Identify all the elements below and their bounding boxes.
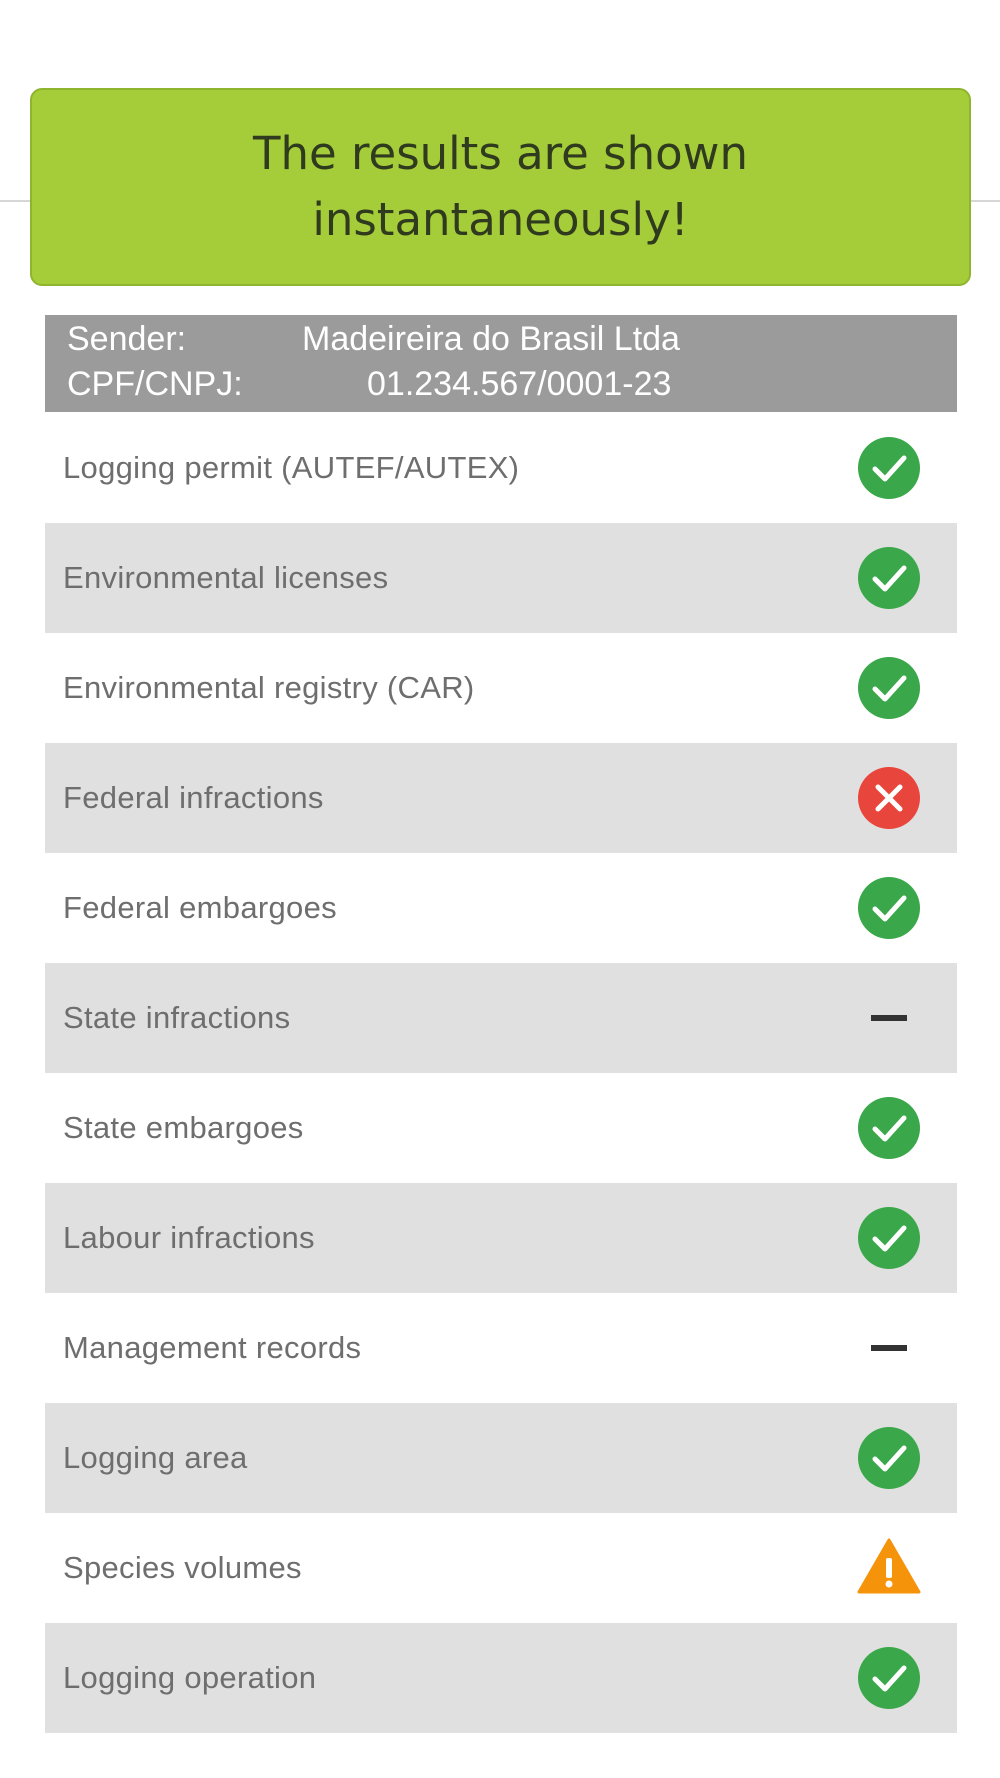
check-label: State infractions [63,1000,291,1035]
results-page: The results are shown instantaneously! S… [0,0,1000,1778]
check-label: Federal embargoes [63,890,337,925]
cpf-value: 01.234.567/0001-23 [367,365,672,403]
check-circle-icon [857,1426,921,1490]
check-label: Environmental registry (CAR) [63,670,475,705]
check-row: Environmental registry (CAR) [45,633,957,743]
x-circle-icon [857,766,921,830]
check-circle-icon [857,1206,921,1270]
check-row: State embargoes [45,1073,957,1183]
checklist: Logging permit (AUTEF/AUTEX) Environment… [45,413,957,1733]
check-label: Federal infractions [63,780,324,815]
check-circle-icon [857,876,921,940]
check-label: Environmental licenses [63,560,389,595]
check-label: Management records [63,1330,362,1365]
check-row: Logging operation [45,1623,957,1733]
check-row: Federal infractions [45,743,957,853]
cpf-label: CPF/CNPJ: [67,365,243,403]
sender-info-box: Sender: Madeireira do Brasil Ltda CPF/CN… [45,315,957,412]
check-row: Environmental licenses [45,523,957,633]
check-label: Logging permit (AUTEF/AUTEX) [63,450,520,485]
check-row: Logging permit (AUTEF/AUTEX) [45,413,957,523]
check-row: Species volumes [45,1513,957,1623]
sender-label: Sender: [67,320,187,358]
check-row: Management records [45,1293,957,1403]
check-label: Logging operation [63,1660,317,1695]
check-circle-icon [857,1096,921,1160]
results-banner: The results are shown instantaneously! [30,88,971,286]
check-circle-icon [857,1646,921,1710]
check-row: State infractions [45,963,957,1073]
warning-triangle-icon [857,1536,921,1600]
sender-name: Madeireira do Brasil Ltda [302,320,680,358]
check-label: State embargoes [63,1110,304,1145]
dash-icon [857,986,921,1050]
dash-icon [857,1316,921,1380]
check-label: Labour infractions [63,1220,315,1255]
check-row: Federal embargoes [45,853,957,963]
check-circle-icon [857,436,921,500]
check-label: Species volumes [63,1550,302,1585]
banner-message: The results are shown instantaneously! [253,127,748,246]
check-circle-icon [857,546,921,610]
sender-row: Sender: Madeireira do Brasil Ltda [67,315,680,363]
check-label: Logging area [63,1440,248,1475]
cpf-row: CPF/CNPJ: 01.234.567/0001-23 [67,360,671,408]
check-circle-icon [857,656,921,720]
check-row: Labour infractions [45,1183,957,1293]
check-row: Logging area [45,1403,957,1513]
